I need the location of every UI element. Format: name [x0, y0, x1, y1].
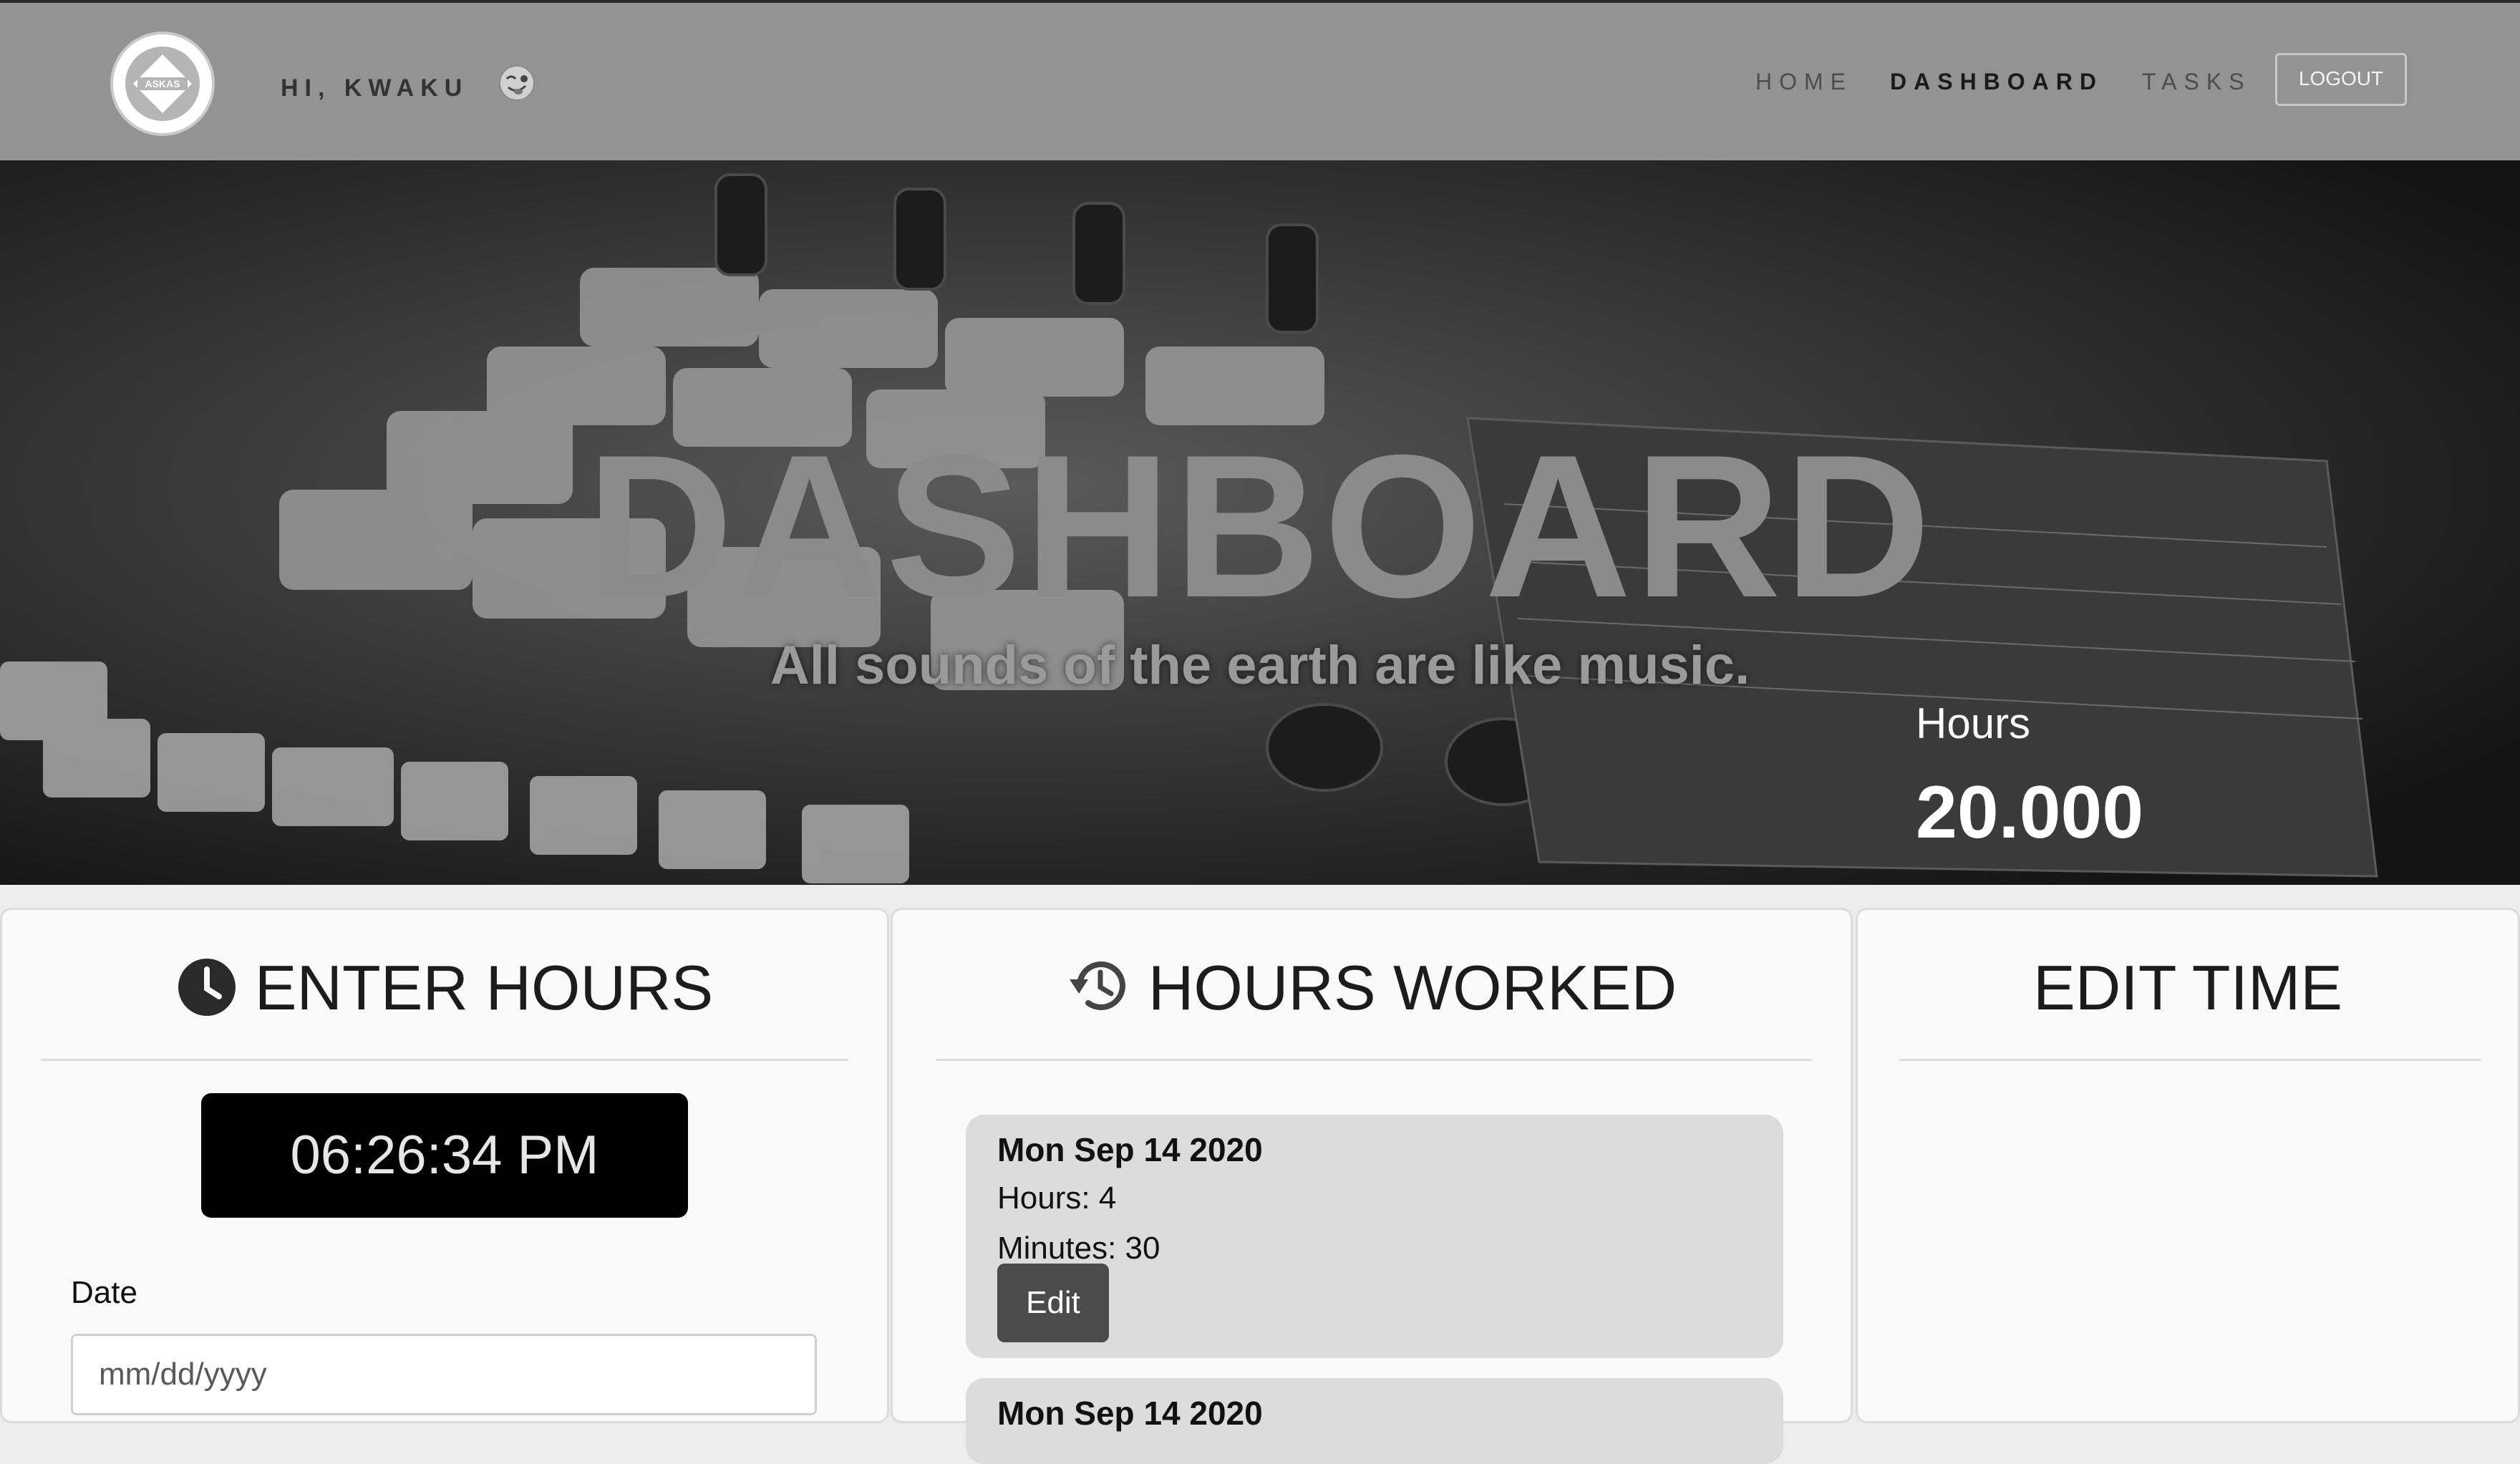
entry-minutes: Minutes: 30: [997, 1231, 1160, 1266]
history-icon: [1069, 961, 1125, 1010]
enter-hours-header: ENTER HOURS: [2, 951, 887, 1024]
winking-face-icon: [499, 65, 535, 101]
hours-worked-panel: HOURS WORKED Mon Sep 14 2020 Hours: 4 Mi…: [891, 908, 1853, 1464]
enter-hours-panel: ENTER HOURS 06:26:34 PM Date: [0, 908, 889, 1423]
edit-time-title: EDIT TIME: [2033, 952, 2342, 1023]
panel-divider: [1899, 1059, 2481, 1061]
hero-subtitle: All sounds of the earth are like music.: [770, 635, 1750, 696]
edit-entry-button[interactable]: Edit: [997, 1264, 1109, 1342]
entry-date: Mon Sep 14 2020: [997, 1395, 1263, 1432]
logo-mark-icon: ASKAS: [125, 47, 200, 121]
hours-entry-card: Mon Sep 14 2020: [966, 1378, 1783, 1464]
live-clock-display: 06:26:34 PM: [201, 1093, 688, 1218]
enter-hours-title: ENTER HOURS: [254, 952, 714, 1023]
hours-worked-header: HOURS WORKED: [893, 951, 1851, 1024]
svg-text:ASKAS: ASKAS: [145, 78, 180, 89]
hours-entry-card: Mon Sep 14 2020 Hours: 4 Minutes: 30 Edi…: [966, 1115, 1783, 1358]
panel-divider: [936, 1059, 1812, 1061]
logo[interactable]: ASKAS: [110, 31, 215, 136]
navbar: ASKAS HI, KWAKU HOME DASHBOARD TASKS LOG…: [0, 0, 2520, 160]
greeting-text: HI, KWAKU: [281, 74, 469, 102]
nav-tasks-link[interactable]: TASKS: [2142, 69, 2252, 95]
logout-button[interactable]: LOGOUT: [2275, 53, 2407, 106]
total-hours-value: 20.000: [1916, 771, 2144, 854]
clock-icon: [178, 959, 236, 1016]
nav-dashboard-link[interactable]: DASHBOARD: [1890, 69, 2103, 95]
entry-hours: Hours: 4: [997, 1181, 1117, 1216]
total-hours-label: Hours: [1916, 699, 2031, 747]
panel-divider: [41, 1059, 848, 1061]
edit-time-panel: EDIT TIME: [1856, 908, 2520, 1423]
hours-worked-title: HOURS WORKED: [1148, 952, 1677, 1023]
entry-date: Mon Sep 14 2020: [997, 1131, 1263, 1168]
hero-title: DASHBOARD: [586, 413, 1934, 640]
nav-home-link[interactable]: HOME: [1755, 69, 1853, 95]
date-label: Date: [71, 1275, 137, 1310]
hero-banner: DASHBOARD All sounds of the earth are li…: [0, 160, 2520, 885]
date-input[interactable]: [71, 1334, 817, 1415]
